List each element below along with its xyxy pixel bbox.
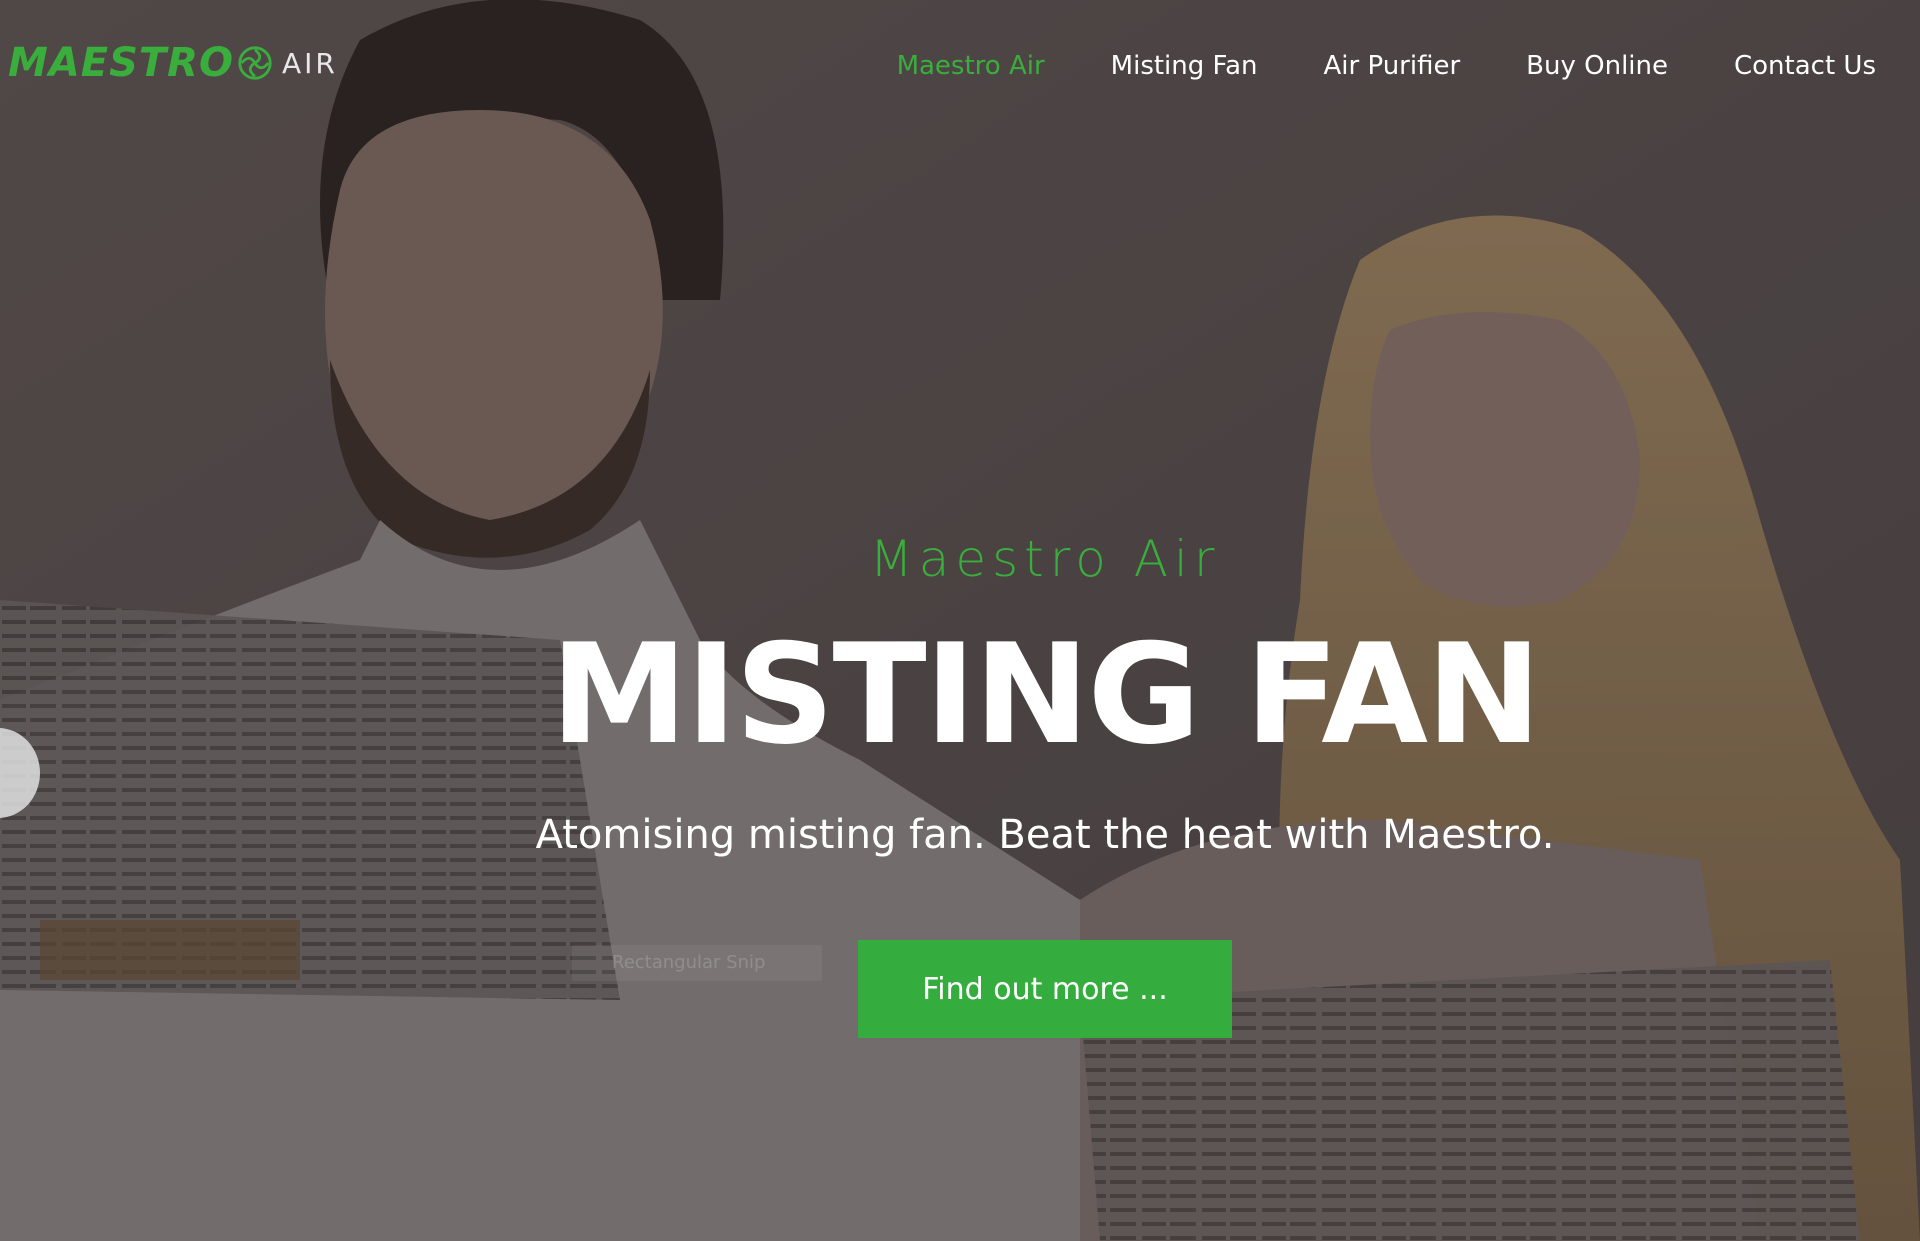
hero-subheadline: Atomising misting fan. Beat the heat wit… xyxy=(535,812,1555,858)
hero-eyebrow: Maestro Air xyxy=(869,530,1221,588)
main-navigation: Maestro Air Misting Fan Air Purifier Buy… xyxy=(831,44,1876,88)
hero-section: MAESTRO AIR Maestro Air Misting Fan Air … xyxy=(0,0,1920,1241)
logo-main-text: MAESTRO xyxy=(8,40,234,86)
snip-tooltip-ghost: Rectangular Snip xyxy=(572,945,822,981)
find-out-more-button[interactable]: Find out more ... xyxy=(858,940,1232,1038)
fan-swirl-icon xyxy=(238,46,272,80)
nav-item-misting-fan[interactable]: Misting Fan xyxy=(1111,44,1258,88)
logo-sub-text: AIR xyxy=(281,46,338,80)
nav-item-contact-us[interactable]: Contact Us xyxy=(1734,44,1876,88)
site-header: MAESTRO AIR Maestro Air Misting Fan Air … xyxy=(0,0,1920,130)
nav-item-maestro-air[interactable]: Maestro Air xyxy=(897,44,1045,88)
nav-item-air-purifier[interactable]: Air Purifier xyxy=(1324,44,1461,88)
brand-logo[interactable]: MAESTRO AIR xyxy=(8,38,338,88)
nav-item-buy-online[interactable]: Buy Online xyxy=(1526,44,1668,88)
hero-headline: MISTING FAN xyxy=(550,614,1541,775)
